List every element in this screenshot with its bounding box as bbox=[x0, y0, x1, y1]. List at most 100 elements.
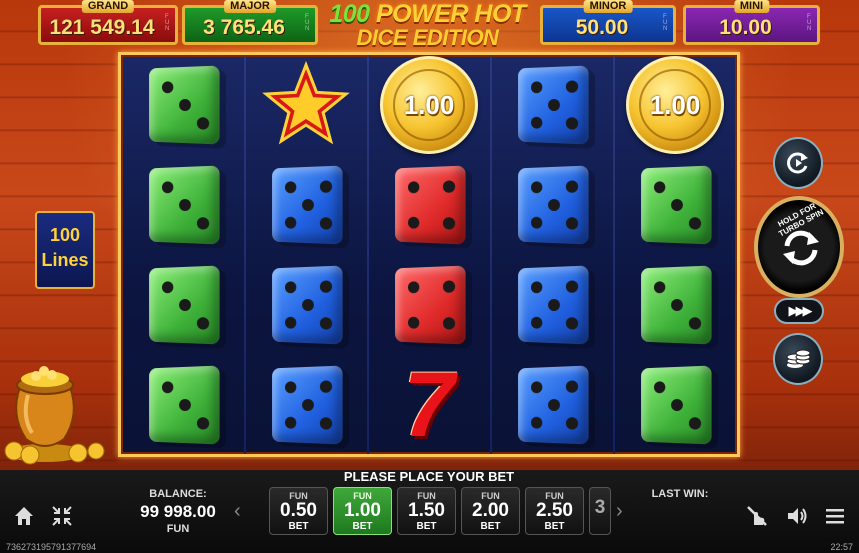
bet-label: BET bbox=[544, 521, 565, 532]
die-pip bbox=[284, 381, 297, 394]
bet-value: 1.50 bbox=[408, 500, 445, 521]
gold-coin-icon: 1.00 bbox=[626, 56, 724, 154]
die-pip bbox=[302, 398, 314, 412]
seven-symbol: 7 bbox=[367, 355, 491, 455]
die-pip bbox=[319, 180, 333, 193]
die-pip bbox=[284, 216, 297, 229]
balance-currency: FUN bbox=[166, 523, 190, 535]
die-pip bbox=[319, 380, 333, 393]
red-die-icon bbox=[395, 165, 466, 245]
green-die-icon bbox=[149, 365, 220, 445]
balance-label: BALANCE: bbox=[149, 488, 207, 500]
blue-die-icon bbox=[272, 165, 343, 245]
balance-value: 99 998.00 bbox=[140, 502, 216, 521]
die-pip bbox=[565, 280, 579, 293]
die-pip bbox=[302, 298, 314, 312]
bet-value: 3 bbox=[594, 497, 606, 518]
die-pip bbox=[530, 416, 543, 429]
blue-die-symbol bbox=[244, 355, 368, 455]
seven-icon: 7 bbox=[403, 354, 455, 456]
logo-number: 100 bbox=[329, 0, 370, 28]
die-pip bbox=[565, 417, 579, 430]
green-die-icon bbox=[149, 265, 220, 345]
blue-die-icon bbox=[518, 365, 589, 445]
bet-option-partial[interactable]: 3 bbox=[589, 487, 611, 535]
blue-die-icon bbox=[518, 165, 589, 245]
fast-forward-button[interactable]: ▶▶▶ bbox=[774, 298, 824, 324]
die-pip bbox=[407, 216, 420, 229]
bet-option-3[interactable]: FUN 2.00 BET bbox=[461, 487, 520, 535]
jackpot-major: MAJOR 3 765.46 FUN bbox=[182, 0, 318, 45]
bet-scroll-right-icon[interactable]: › bbox=[616, 500, 623, 523]
die-pip bbox=[530, 116, 543, 129]
status-message: PLEASE PLACE YOUR BET bbox=[343, 469, 515, 484]
die-pip bbox=[530, 281, 543, 294]
bet-scroll-left-icon[interactable]: ‹ bbox=[234, 500, 241, 523]
green-die-symbol bbox=[613, 155, 737, 255]
fullscreen-button[interactable] bbox=[48, 502, 76, 530]
session-id: 7362731957913776​94 bbox=[6, 542, 97, 552]
die-pip bbox=[565, 317, 579, 330]
blue-die-icon bbox=[518, 265, 589, 345]
die-pip bbox=[161, 281, 174, 294]
die-pip bbox=[407, 281, 420, 294]
sound-button[interactable] bbox=[783, 502, 811, 530]
green-die-symbol bbox=[613, 355, 737, 455]
star-icon bbox=[262, 60, 350, 145]
bet-coins-button[interactable] bbox=[773, 333, 823, 385]
bet-option-4[interactable]: FUN 2.50 BET bbox=[525, 487, 584, 535]
lines-count: 100 bbox=[49, 225, 81, 245]
die-pip bbox=[196, 217, 210, 230]
die-pip bbox=[530, 216, 543, 229]
die-pip bbox=[161, 181, 174, 194]
menu-button[interactable] bbox=[821, 502, 849, 530]
bet-option-2[interactable]: FUN 1.50 BET bbox=[397, 487, 456, 535]
green-die-symbol bbox=[121, 255, 245, 355]
die-pip bbox=[688, 417, 702, 430]
die-pip bbox=[530, 316, 543, 329]
die-pip bbox=[407, 181, 420, 194]
blue-die-symbol bbox=[490, 155, 614, 255]
die-pip bbox=[179, 198, 191, 212]
die-pip bbox=[179, 98, 191, 112]
die-pip bbox=[284, 316, 297, 329]
die-pip bbox=[442, 180, 456, 193]
bet-value: 1.00 bbox=[344, 500, 381, 521]
die-pip bbox=[688, 317, 702, 330]
jackpot-grand-label: GRAND bbox=[81, 0, 135, 13]
gold-pot-icon bbox=[4, 366, 105, 465]
die-pip bbox=[284, 281, 297, 294]
autoplay-button[interactable] bbox=[773, 137, 823, 189]
jackpot-minor-value: 50.00 bbox=[575, 16, 629, 39]
red-die-icon bbox=[395, 265, 466, 345]
die-pip bbox=[671, 398, 683, 412]
die-pip bbox=[179, 298, 191, 312]
jackpot-minor-label: MINOR bbox=[583, 0, 633, 13]
die-pip bbox=[179, 398, 191, 412]
touch-toggle-button[interactable] bbox=[743, 502, 771, 530]
blue-die-symbol bbox=[490, 355, 614, 455]
die-pip bbox=[442, 280, 456, 293]
die-pip bbox=[653, 181, 666, 194]
die-pip bbox=[284, 416, 297, 429]
die-pip bbox=[548, 398, 560, 412]
blue-die-icon bbox=[518, 65, 589, 145]
die-pip bbox=[671, 298, 683, 312]
bet-label: BET bbox=[352, 521, 373, 532]
green-die-icon bbox=[641, 265, 712, 345]
die-pip bbox=[565, 217, 579, 230]
bet-option-1[interactable]: FUN 1.00 BET bbox=[333, 487, 392, 535]
jackpot-grand-value: 121 549.14 bbox=[49, 16, 155, 39]
touch-off-icon bbox=[747, 506, 767, 526]
gold-coin-icon: 1.00 bbox=[380, 56, 478, 154]
blue-die-symbol bbox=[244, 155, 368, 255]
logo-title: POWER HOT bbox=[376, 0, 526, 28]
green-die-icon bbox=[641, 165, 712, 245]
die-pip bbox=[196, 317, 210, 330]
coin-value: 1.00 bbox=[639, 69, 711, 141]
home-button[interactable] bbox=[10, 502, 38, 530]
coin-stack-icon bbox=[786, 349, 811, 368]
die-pip bbox=[671, 198, 683, 212]
green-die-symbol bbox=[121, 355, 245, 455]
bet-option-0[interactable]: FUN 0.50 BET bbox=[269, 487, 328, 535]
